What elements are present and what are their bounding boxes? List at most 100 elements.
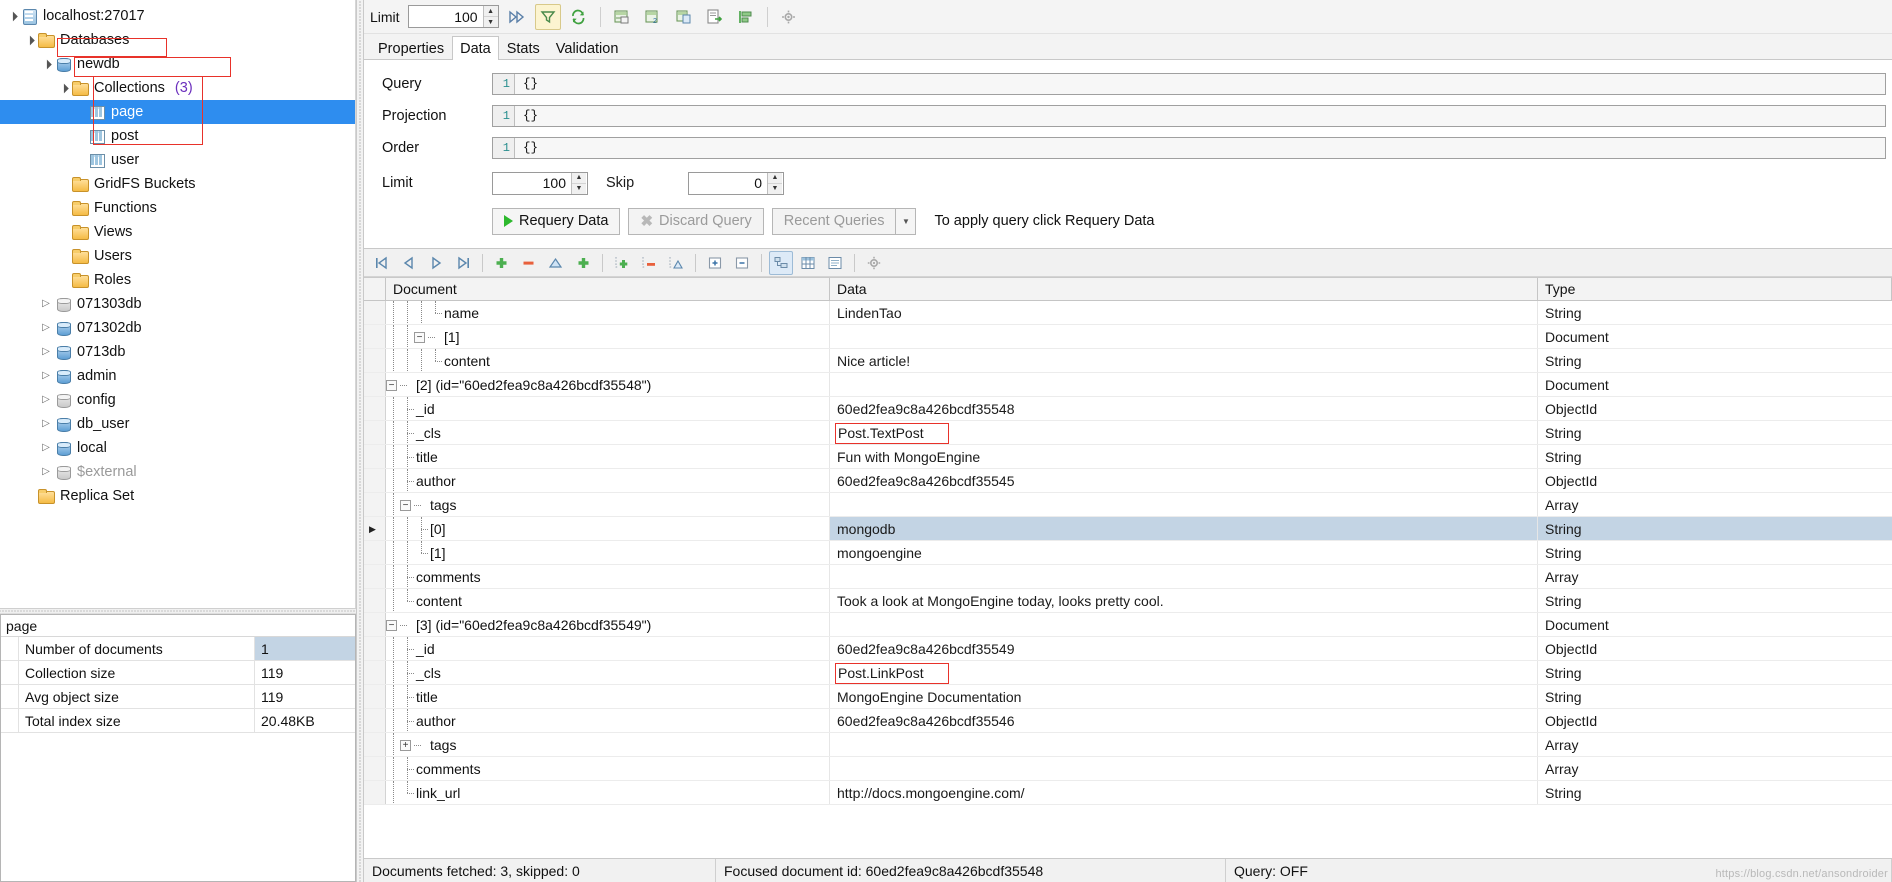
toolbar-limit-arrows[interactable]: ▲ ▼ [482, 6, 498, 27]
vertical-splitter[interactable] [356, 0, 364, 882]
recent-queries-button[interactable]: Recent Queries [771, 207, 897, 235]
document-field-cell[interactable]: comments [386, 757, 830, 780]
collapse-node-icon[interactable]: − [414, 331, 425, 343]
collapse-arrow-icon[interactable] [21, 32, 37, 48]
order-editor[interactable]: 1 {} [492, 137, 1886, 159]
row-gutter[interactable] [364, 541, 386, 564]
query-editor[interactable]: 1 {} [492, 73, 1886, 95]
edit-document-icon[interactable] [544, 251, 568, 275]
document-field-cell[interactable]: [0] [386, 517, 830, 540]
projection-editor[interactable]: 1 {} [492, 105, 1886, 127]
tree-node-functions[interactable]: Functions [0, 196, 355, 220]
table-row[interactable]: _cls Post.TextPost String [364, 421, 1892, 445]
expand-arrow-icon[interactable] [38, 416, 54, 432]
property-row[interactable]: Number of documents 1 [1, 637, 355, 661]
table-row[interactable]: − [1] Document [364, 325, 1892, 349]
document-field-cell[interactable]: − [1] [386, 325, 830, 348]
projection-value[interactable]: {} [515, 106, 1885, 126]
discard-query-button[interactable]: ✖ Discard Query [628, 207, 764, 235]
grid-body[interactable]: name LindenTao String − [1] Document content Ni… [364, 301, 1892, 858]
property-row[interactable]: Avg object size 119 [1, 685, 355, 709]
document-field-cell[interactable]: _cls [386, 661, 830, 684]
expand-arrow-icon[interactable] [38, 320, 54, 336]
table-row[interactable]: _cls Post.LinkPost String [364, 661, 1892, 685]
table-row[interactable]: [0] mongodb String [364, 517, 1892, 541]
export-table-icon[interactable] [609, 4, 635, 30]
field-value-cell[interactable] [830, 733, 1538, 756]
table-row[interactable]: author 60ed2fea9c8a426bcdf35546 ObjectId [364, 709, 1892, 733]
collapse-arrow-icon[interactable] [38, 56, 54, 72]
tree-node-collections[interactable]: Collections (3) [0, 76, 355, 100]
row-gutter[interactable] [364, 781, 386, 804]
tree-node-db-user[interactable]: db_user [0, 412, 355, 436]
row-gutter[interactable] [364, 757, 386, 780]
expand-arrow-icon[interactable] [38, 392, 54, 408]
table-row[interactable]: _id 60ed2fea9c8a426bcdf35548 ObjectId [364, 397, 1892, 421]
table-row[interactable]: − [3] (id="60ed2fea9c8a426bcdf35549") Docu… [364, 613, 1892, 637]
table-view-icon[interactable] [796, 251, 820, 275]
tree-node-gridfs-buckets[interactable]: GridFS Buckets [0, 172, 355, 196]
field-value-cell[interactable]: mongoengine [830, 541, 1538, 564]
grid-header-type[interactable]: Type [1538, 278, 1892, 300]
order-value[interactable]: {} [515, 138, 1885, 158]
table-row[interactable]: name LindenTao String [364, 301, 1892, 325]
row-gutter[interactable] [364, 709, 386, 732]
row-gutter[interactable] [364, 325, 386, 348]
next-record-icon[interactable] [424, 251, 448, 275]
table-row[interactable]: link_url http://docs.mongoengine.com/Stri… [364, 781, 1892, 805]
add-document-icon[interactable] [490, 251, 514, 275]
settings-gear-icon[interactable] [776, 4, 802, 30]
field-value-cell[interactable] [830, 373, 1538, 396]
chevron-down-icon[interactable]: ▼ [896, 207, 917, 235]
tree-node-users[interactable]: Users [0, 244, 355, 268]
document-field-cell[interactable]: content [386, 349, 830, 372]
document-field-cell[interactable]: title [386, 685, 830, 708]
form-limit-input[interactable] [493, 172, 571, 194]
field-value-cell[interactable]: 60ed2fea9c8a426bcdf35545 [830, 469, 1538, 492]
add-subfield-icon[interactable] [610, 251, 634, 275]
document-field-cell[interactable]: link_url [386, 781, 830, 804]
document-field-cell[interactable]: [1] [386, 541, 830, 564]
expand-arrow-icon[interactable] [38, 368, 54, 384]
document-field-cell[interactable]: − tags [386, 493, 830, 516]
property-row[interactable]: Total index size 20.48KB [1, 709, 355, 733]
table-row[interactable]: title Fun with MongoEngine String [364, 445, 1892, 469]
query-value[interactable]: {} [515, 74, 1885, 94]
expand-arrow-icon[interactable] [38, 464, 54, 480]
row-gutter[interactable] [364, 565, 386, 588]
duplicate-table-icon[interactable]: 2 [640, 4, 666, 30]
field-value-cell[interactable]: 60ed2fea9c8a426bcdf35549 [830, 637, 1538, 660]
remove-subfield-icon[interactable] [637, 251, 661, 275]
table-row[interactable]: content Took a look at MongoEngine today,… [364, 589, 1892, 613]
toolbar-limit-input[interactable] [408, 6, 483, 27]
row-gutter[interactable] [364, 445, 386, 468]
collapse-arrow-icon[interactable] [55, 80, 71, 96]
expand-arrow-icon[interactable] [38, 440, 54, 456]
table-row[interactable]: author 60ed2fea9c8a426bcdf35545 ObjectId [364, 469, 1892, 493]
field-value-cell[interactable] [830, 757, 1538, 780]
field-value-cell[interactable]: Fun with MongoEngine [830, 445, 1538, 468]
row-gutter[interactable] [364, 685, 386, 708]
document-field-cell[interactable]: name [386, 301, 830, 324]
field-value-cell[interactable]: Post.LinkPost [830, 661, 1538, 684]
row-gutter[interactable] [364, 373, 386, 396]
last-record-icon[interactable] [451, 251, 475, 275]
text-view-icon[interactable] [823, 251, 847, 275]
copy-collection-icon[interactable] [671, 4, 697, 30]
export-document-icon[interactable] [702, 4, 728, 30]
tree-node-page[interactable]: page [0, 100, 355, 124]
field-value-cell[interactable] [830, 613, 1538, 636]
tab-validation[interactable]: Validation [548, 36, 627, 60]
document-field-cell[interactable]: − [3] (id="60ed2fea9c8a426bcdf35549") [386, 613, 830, 636]
document-field-cell[interactable]: _id [386, 637, 830, 660]
requery-data-button[interactable]: Requery Data [492, 207, 621, 235]
tree-node-post[interactable]: post [0, 124, 355, 148]
document-field-cell[interactable]: content [386, 589, 830, 612]
tree-view-icon[interactable] [769, 250, 793, 275]
grid-header-data[interactable]: Data [830, 278, 1538, 300]
tree-node-0713db[interactable]: 0713db [0, 340, 355, 364]
tree-node-external[interactable]: $external [0, 460, 355, 484]
row-gutter[interactable] [364, 637, 386, 660]
expand-all-icon[interactable] [703, 251, 727, 275]
tree-node-databases[interactable]: Databases [0, 28, 355, 52]
